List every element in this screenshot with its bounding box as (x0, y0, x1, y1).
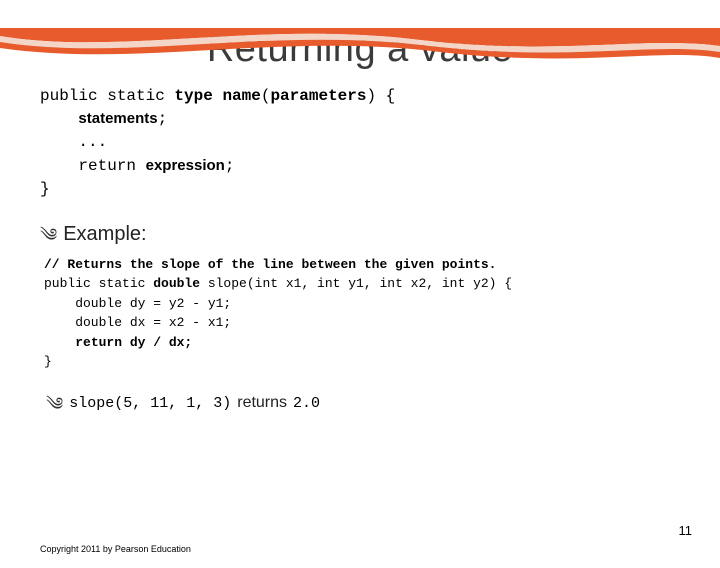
result-call: slope(5, 11, 1, 3) (69, 395, 231, 412)
example-heading: Example: (63, 223, 146, 246)
example-line1b: double (153, 276, 200, 291)
syntax-prefix: public static (40, 87, 174, 105)
header-wave (0, 28, 720, 78)
slide-content: public static type name(parameters) { st… (0, 71, 720, 415)
example-line1a: public static (44, 276, 153, 291)
example-line4a (44, 335, 75, 350)
example-line4b: return dy / dx; (75, 335, 192, 350)
result-row: ༄ slope(5, 11, 1, 3) returns 2.0 (46, 392, 680, 416)
bullet-icon: ༄ (40, 225, 57, 247)
syntax-block: public static type name(parameters) { st… (40, 85, 680, 201)
example-line2: double dy = y2 - y1; (44, 296, 231, 311)
result-label: returns (237, 394, 287, 412)
syntax-statements: statements (78, 110, 157, 127)
syntax-parameters: parameters (270, 87, 366, 105)
example-line5: } (44, 354, 52, 369)
example-code-block: // Returns the slope of the line between… (44, 255, 680, 372)
syntax-type: type (174, 87, 212, 105)
example-line1c: slope(int x1, int y1, int x2, int y2) { (200, 276, 512, 291)
copyright-footer: Copyright 2011 by Pearson Education (40, 544, 191, 554)
example-line3: double dx = x2 - x1; (44, 315, 231, 330)
page-number: 11 (679, 523, 693, 538)
result-value: 2.0 (293, 395, 320, 412)
syntax-name: name (222, 87, 260, 105)
syntax-ellipsis: ... (78, 133, 107, 151)
bullet-icon: ༄ (46, 394, 63, 416)
example-heading-row: ༄ Example: (40, 223, 680, 247)
example-comment: // Returns the slope of the line between… (44, 257, 496, 272)
syntax-expression: expression (146, 157, 225, 174)
syntax-return-kw: return (78, 157, 145, 175)
